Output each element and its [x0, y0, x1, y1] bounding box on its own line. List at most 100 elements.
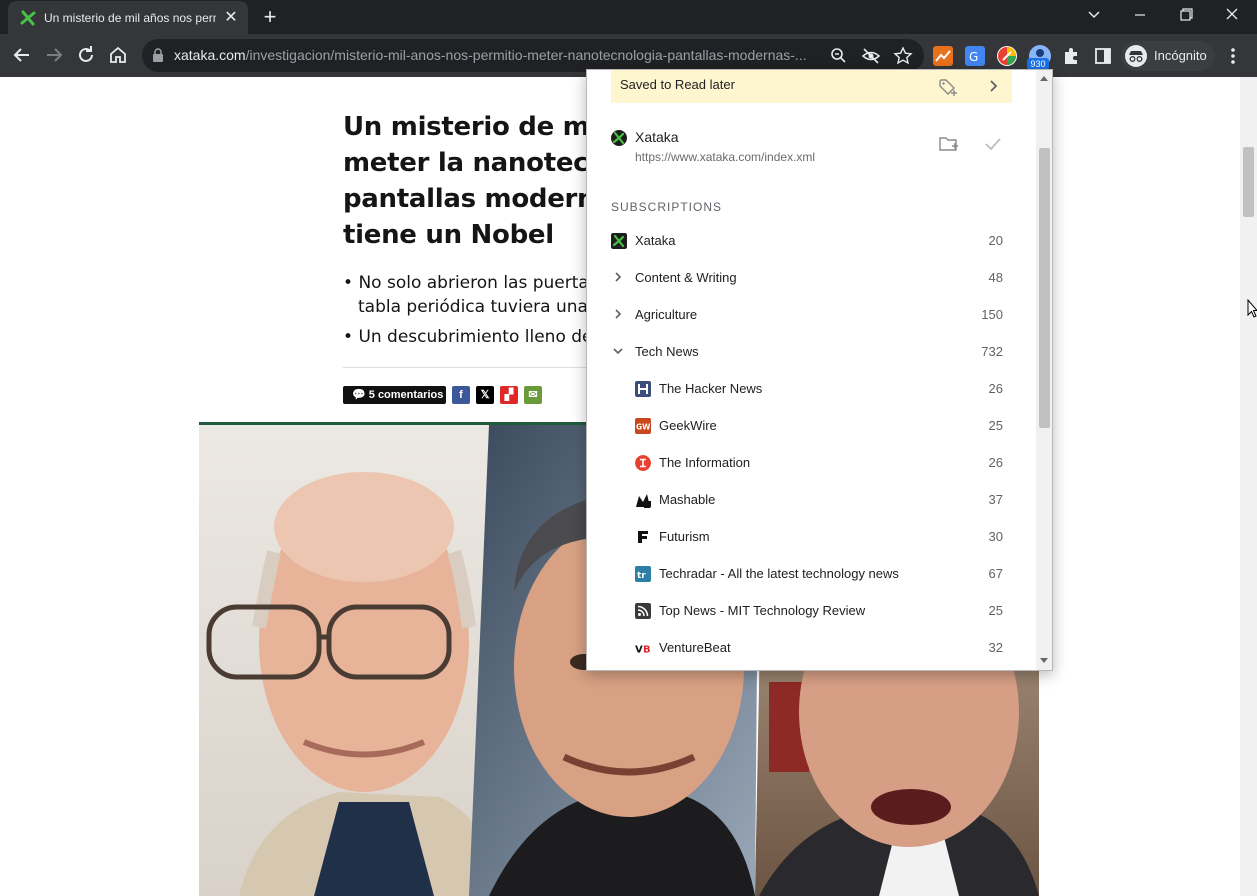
active-tab[interactable]: Un misterio de mil años nos permitió met… — [8, 1, 248, 34]
menu-kebab-icon[interactable] — [1223, 46, 1243, 66]
tab-close-icon[interactable]: ✕ — [222, 9, 240, 27]
feed-url: https://www.xataka.com/index.xml — [635, 150, 816, 164]
side-panel-icon[interactable] — [1093, 46, 1113, 66]
url-text[interactable]: xataka.com/investigacion/misterio-mil-an… — [174, 47, 822, 64]
xataka-icon — [611, 233, 627, 249]
subscription-row-the-information[interactable]: The Information 26 — [611, 444, 1003, 481]
scroll-up-icon[interactable] — [1040, 76, 1048, 81]
summary-bullet-continued: tabla periódica tuviera una — [358, 297, 588, 317]
chevron-right-icon[interactable] — [986, 77, 1002, 95]
subscription-row-venturebeat[interactable]: V B VentureBeat 32 — [611, 629, 1003, 666]
subscription-row-futurism[interactable]: Futurism 30 — [611, 518, 1003, 555]
incognito-profile-button[interactable]: Incógnito — [1121, 41, 1215, 71]
comments-button[interactable]: 💬 5 comentarios — [343, 386, 446, 404]
tab-search-icon[interactable] — [1081, 4, 1107, 26]
zoom-icon[interactable] — [829, 46, 849, 66]
analytics-extension-icon[interactable] — [933, 46, 953, 66]
row-count: 25 — [988, 418, 1003, 433]
popup-scrollbar-thumb[interactable] — [1039, 148, 1050, 428]
scroll-down-icon[interactable] — [1040, 658, 1048, 663]
tab-title: Un misterio de mil años nos permitió met… — [44, 11, 216, 25]
color-picker-extension-icon[interactable] — [997, 46, 1017, 66]
row-label: Tech News — [635, 344, 699, 359]
row-label: Top News - MIT Technology Review — [659, 603, 866, 618]
forward-icon[interactable] — [42, 43, 66, 67]
url-host: xataka.com — [174, 47, 246, 63]
subscription-row-hacker-news[interactable]: The Hacker News 26 — [611, 370, 1003, 407]
row-count: 150 — [981, 307, 1003, 322]
subscription-row-geekwire[interactable]: GW GeekWire 25 — [611, 407, 1003, 444]
row-label: GeekWire — [659, 418, 717, 433]
extensions-puzzle-icon[interactable] — [1061, 46, 1081, 66]
row-count: 30 — [988, 529, 1003, 544]
chevron-right-icon[interactable] — [611, 307, 625, 321]
chevron-right-icon[interactable] — [611, 270, 625, 284]
close-window-icon[interactable] — [1219, 4, 1245, 26]
subscription-row-xataka[interactable]: Xataka 20 — [611, 222, 1003, 259]
add-to-folder-icon[interactable] — [938, 134, 960, 154]
subscriptions-heading: SUBSCRIPTIONS — [611, 200, 723, 214]
minimize-icon[interactable] — [1127, 4, 1153, 26]
xataka-favicon-icon — [20, 10, 36, 26]
subscription-row-techradar[interactable]: tr Techradar - All the latest technology… — [611, 555, 1003, 592]
popup-scrollbar[interactable] — [1036, 70, 1052, 670]
incognito-label: Incógnito — [1154, 48, 1207, 63]
hacker-news-icon — [635, 381, 651, 397]
subscription-row-mit-technology-review[interactable]: Top News - MIT Technology Review 25 — [611, 592, 1003, 629]
divider — [343, 367, 603, 368]
subscription-row-mashable[interactable]: Mashable 37 — [611, 481, 1003, 518]
address-bar[interactable]: xataka.com/investigacion/misterio-mil-an… — [142, 39, 924, 72]
translate-extension-icon[interactable]: G — [965, 46, 985, 66]
chevron-down-icon[interactable] — [611, 344, 625, 358]
third-party-cookies-blocked-icon[interactable] — [861, 46, 881, 66]
add-tag-icon[interactable] — [938, 77, 958, 97]
summary-bullet: • No solo abrieron las puerta — [343, 273, 589, 293]
svg-text:G: G — [969, 50, 978, 64]
svg-text:V: V — [635, 645, 643, 656]
page-scrollbar[interactable] — [1240, 77, 1257, 896]
row-count: 48 — [988, 270, 1003, 285]
the-information-icon — [635, 455, 651, 471]
email-share-icon[interactable]: ✉ — [524, 386, 542, 404]
row-count: 732 — [981, 344, 1003, 359]
bookmark-star-icon[interactable] — [893, 46, 913, 66]
comment-icon: 💬 — [352, 389, 366, 401]
facebook-share-icon[interactable]: f — [452, 386, 470, 404]
saved-to-read-later-banner[interactable]: Saved to Read later — [611, 70, 1012, 103]
row-count: 37 — [988, 492, 1003, 507]
x-share-icon[interactable]: 𝕏 — [476, 386, 494, 404]
back-icon[interactable] — [10, 43, 34, 67]
xataka-icon — [611, 130, 627, 146]
row-label: Mashable — [659, 492, 716, 507]
rss-reader-popup: Saved to Read later Xataka https://www.x… — [586, 69, 1053, 671]
row-label: Futurism — [659, 529, 710, 544]
home-icon[interactable] — [106, 43, 130, 67]
lock-icon[interactable] — [152, 48, 164, 62]
row-label: Xataka — [635, 233, 676, 248]
techradar-icon: tr — [635, 566, 651, 582]
row-label: The Information — [659, 455, 751, 470]
restore-icon[interactable] — [1173, 4, 1199, 26]
row-count: 25 — [988, 603, 1003, 618]
reload-icon[interactable] — [74, 43, 98, 67]
row-label: Techradar - All the latest technology ne… — [659, 566, 899, 581]
rss-icon — [635, 603, 651, 619]
subscribed-check-icon[interactable] — [984, 136, 1002, 152]
new-tab-button[interactable]: + — [258, 5, 282, 29]
folder-row-tech-news[interactable]: Tech News 732 — [611, 333, 1003, 370]
svg-text:GW: GW — [636, 423, 651, 432]
row-label: Content & Writing — [635, 270, 737, 285]
row-count: 67 — [988, 566, 1003, 581]
page-scrollbar-thumb[interactable] — [1243, 147, 1254, 217]
row-count: 26 — [988, 381, 1003, 396]
row-label: Agriculture — [635, 307, 698, 322]
venturebeat-icon: V B — [635, 645, 651, 656]
folder-row-content-writing[interactable]: Content & Writing 48 — [611, 259, 1003, 296]
geekwire-icon: GW — [635, 418, 651, 434]
svg-text:tr: tr — [637, 571, 646, 581]
row-count: 20 — [988, 233, 1003, 248]
row-label: The Hacker News — [659, 381, 763, 396]
flipboard-share-icon[interactable]: ▞ — [500, 386, 518, 404]
row-count: 26 — [988, 455, 1003, 470]
folder-row-agriculture[interactable]: Agriculture 150 — [611, 296, 1003, 333]
